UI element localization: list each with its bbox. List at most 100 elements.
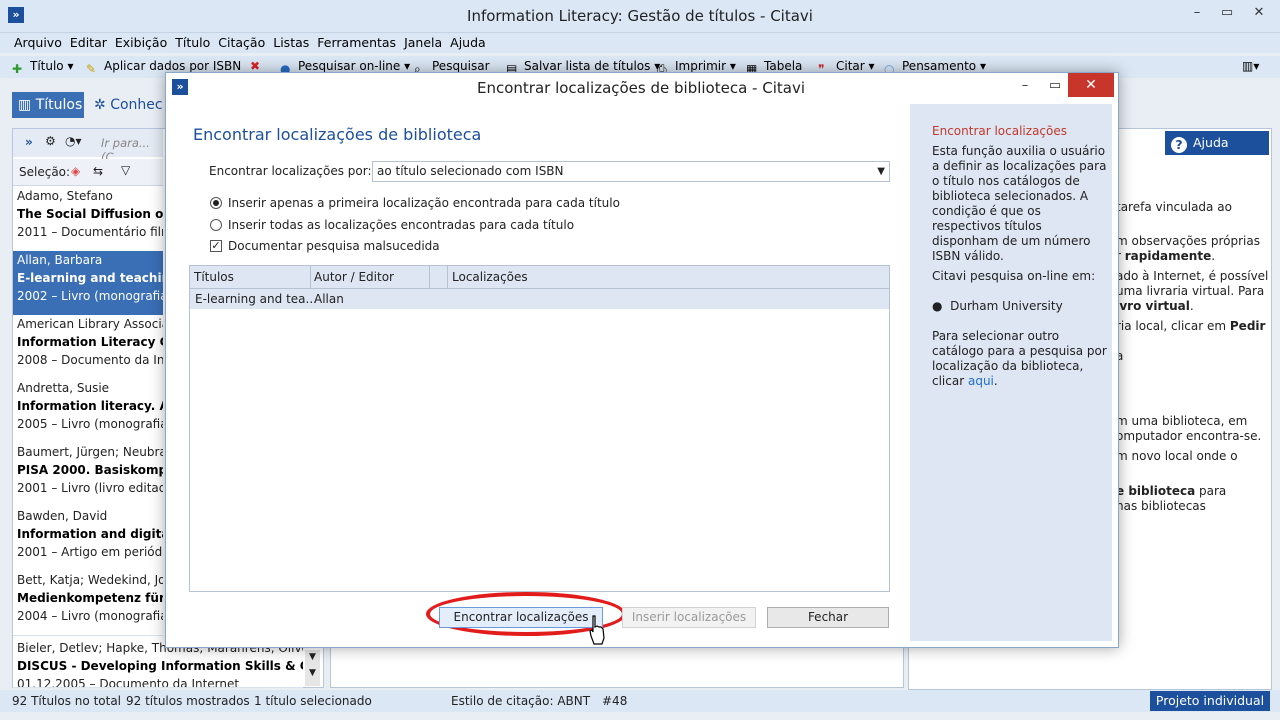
scroll-down-icon[interactable]: ▼ [305,652,320,662]
thought-label: Pensamento [902,59,977,73]
selection-list-icon[interactable]: ⇆ [93,164,103,178]
checkbox-document-failed-label[interactable]: Documentar pesquisa malsucedida [228,239,440,253]
print-label: Imprimir [675,59,727,73]
dialog-maximize-icon[interactable]: ▭ [1040,75,1070,97]
ref-title: Information and digital lite [17,527,163,541]
dialog-close-icon[interactable]: ✕ [1068,73,1114,97]
citavi-icon[interactable]: » [8,7,24,23]
ref-author: Baumert, Jürgen; Neubrand [17,445,163,459]
ref-meta: 2011 – Documentário filma [17,225,163,239]
side-library-name: Durham University [950,299,1063,313]
list-toolbar: » ⚙ ◔▾ Ir para... (C [13,129,163,164]
side-para3-line: clicar aqui. [932,374,998,388]
radio-all-locations-label[interactable]: Inserir todas as localizações encontrada… [228,218,574,232]
dialog-minimize-icon[interactable]: – [1010,75,1040,97]
maximize-icon[interactable]: ▭ [1212,0,1242,26]
radio-first-location-label[interactable]: Inserir apenas a primeira localização en… [228,196,620,210]
column-divider [447,266,448,288]
checkbox-document-failed[interactable]: ✓ [210,240,222,252]
main-titlebar: Information Literacy: Gestão de títulos … [0,0,1280,33]
status-citation-style[interactable]: Estilo de citação: ABNT [451,694,590,708]
apply-isbn-label: Aplicar dados por ISBN [104,59,242,73]
column-titulos[interactable]: Títulos [194,270,234,284]
column-divider [429,266,430,288]
side-para2: Citavi pesquisa on-line em: [932,269,1096,283]
status-total: 92 Títulos no total [12,694,122,708]
layout-icon[interactable]: ▥▾ [1242,59,1259,73]
status-number: #48 [602,694,628,708]
help-line: tarefa vinculada ao [1116,200,1232,214]
find-locations-button[interactable]: Encontrar localizações [439,607,603,628]
online-search-label: Pesquisar on-line [298,59,401,73]
minimize-icon[interactable]: – [1182,0,1212,26]
help-icon: ? [1171,137,1187,153]
menu-ajuda[interactable]: Ajuda [446,33,490,53]
side-para1-line: ISBN válido. [932,249,1004,263]
network-icon: ✲ [94,97,111,113]
close-icon[interactable]: ✕ [1244,0,1274,26]
column-localizacoes[interactable]: Localizações [452,270,528,284]
side-para1-line: respectivos títulos [932,219,1042,233]
ref-meta: 2002 – Livro (monografia) [17,289,163,303]
insert-locations-button[interactable]: Inserir localizações [622,607,756,628]
wand-icon: ✎ [86,62,97,76]
filter-icon[interactable]: ▽ [121,163,130,177]
menu-ferramentas[interactable]: Ferramentas [313,33,400,53]
list-item[interactable]: Andretta, Susie Information literacy. A … [13,379,163,444]
side-para3-line: catálogo para a pesquisa por [932,344,1107,358]
side-para1-line: Esta função auxilia o usuário [932,144,1106,158]
close-button[interactable]: Fechar [767,607,889,628]
list-item[interactable]: Adamo, Stefano The Social Diffusion of S… [13,187,163,252]
side-aqui-link[interactable]: aqui [968,374,994,388]
radio-first-location[interactable] [210,197,222,209]
menu-titulo[interactable]: Título [171,33,214,53]
hand-cursor-icon [589,615,605,645]
selection-tag-icon[interactable]: ◈ [71,164,80,178]
quick-help-button[interactable]: ? Ajuda rápida [1165,131,1269,174]
gear-icon[interactable]: ⚙ [45,134,56,148]
ref-author: Adamo, Stefano [17,189,113,203]
menu-janela[interactable]: Janela [400,33,446,53]
help-bold: rapidamente [1124,249,1212,263]
add-title-button[interactable]: ✚ Título ▾ [12,59,74,76]
radio-all-locations[interactable] [210,219,222,231]
menu-arquivo[interactable]: Arquivo [10,33,66,53]
column-autor[interactable]: Autor / Editor [314,270,394,284]
tab-titulos[interactable]: ▥ Títulos [12,92,84,118]
dialog-title: Encontrar localizações de biblioteca - C… [476,79,805,97]
scroll-end-icon[interactable]: ▼ [305,668,320,678]
list-item-selected[interactable]: Allan, Barbara E-learning and teaching i… [13,251,163,316]
help-line: ivro virtual. [1116,299,1194,313]
expand-icon[interactable]: » [25,135,33,149]
menu-citacao[interactable]: Citação [214,33,269,53]
list-item[interactable]: Bawden, David Information and digital li… [13,507,163,572]
ref-meta: 01.12.2005 – Documento da Internet [17,677,240,688]
ref-author: Allan, Barbara [17,253,103,267]
ref-author: American Library Associatio [17,317,163,331]
cell-titulo: E-learning and tea... [195,292,317,306]
side-para1-line: disponham de um número [932,234,1091,248]
find-by-select[interactable]: ao título selecionado com ISBN ▼ [372,161,890,182]
ref-meta: 2008 – Documento da Inter [17,353,163,367]
history-icon[interactable]: ◔▾ [65,134,82,148]
menu-listas[interactable]: Listas [269,33,313,53]
help-bold: e biblioteca [1116,484,1196,498]
help-text: ria local, clicar em [1116,319,1230,333]
menu-exibicao[interactable]: Exibição [111,33,171,53]
dialog-titlebar: Encontrar localizações de biblioteca - C… [166,73,1116,103]
side-para1-line: condição é que os [932,204,1041,218]
tab-conhecimento[interactable]: ✲ Conhec [94,92,163,118]
side-para3-line: Para selecionar outro [932,329,1060,343]
list-item[interactable]: Baumert, Jürgen; Neubrand PISA 2000. Bas… [13,443,163,508]
ref-meta: 2001 – Artigo em periódic [17,545,163,559]
side-heading: Encontrar localizações [932,124,1067,138]
help-line: uma livraria virtual. Para [1116,284,1265,298]
menu-editar[interactable]: Editar [66,33,111,53]
search-label: Pesquisar [432,59,490,73]
list-scrollbar[interactable]: ▼ ▼ [305,650,320,686]
list-item[interactable]: American Library Associatio Information … [13,315,163,380]
ref-meta: 2001 – Livro (livro editado) [17,481,163,495]
list-item[interactable]: Bett, Katja; Wedekind, Joac Medienkompet… [13,571,163,636]
delete-icon[interactable]: ✖ [250,59,260,73]
side-period: . [993,374,998,388]
